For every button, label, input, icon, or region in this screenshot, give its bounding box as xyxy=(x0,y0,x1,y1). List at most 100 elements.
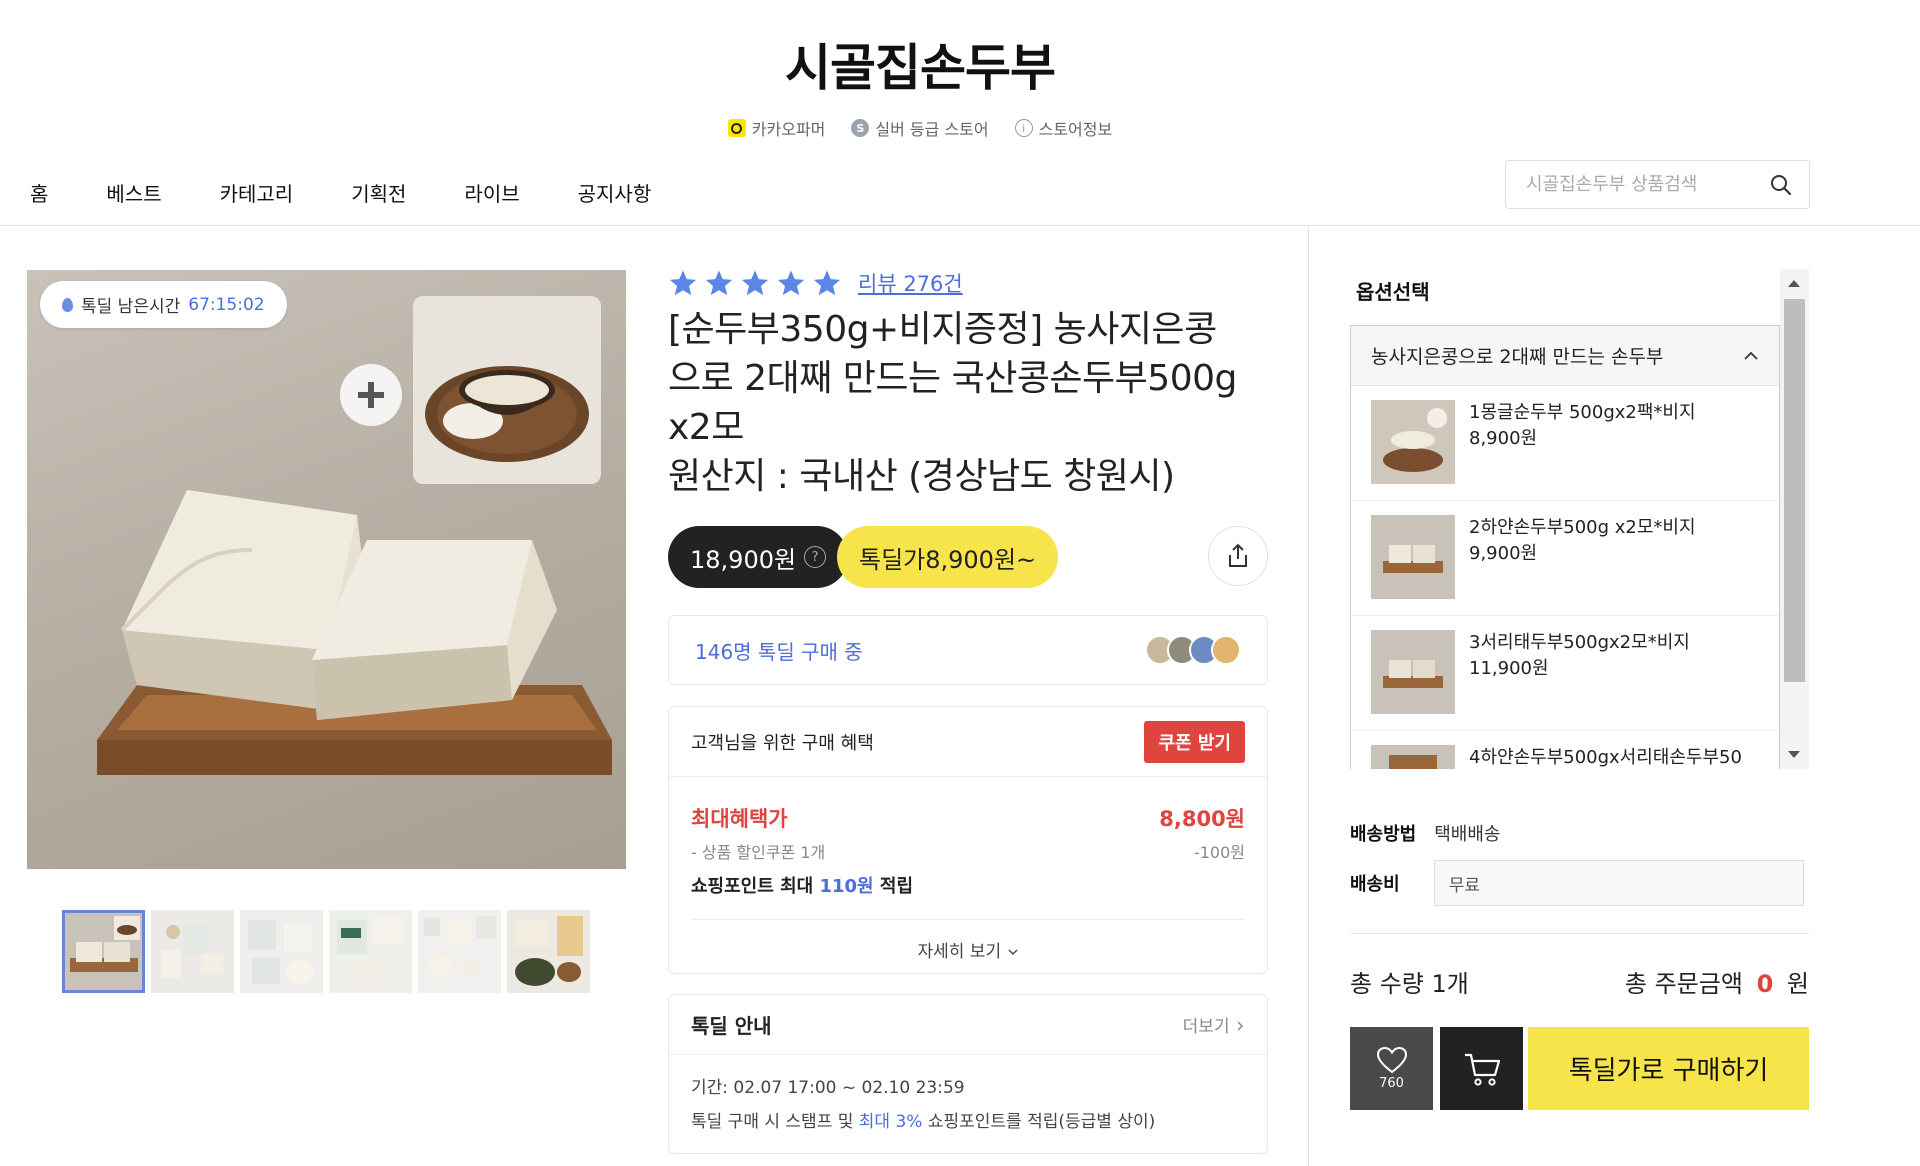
deal-info-more-link[interactable]: 더보기 xyxy=(1183,1012,1245,1037)
star-icon xyxy=(777,270,805,296)
nav-item-live[interactable]: 라이브 xyxy=(464,178,519,207)
shipping-method-label: 배송방법 xyxy=(1350,824,1417,845)
nav-item-promotion[interactable]: 기획전 xyxy=(351,178,406,207)
soft-tofu-bowl-illustration xyxy=(425,366,589,462)
kakao-farmer-icon xyxy=(727,119,746,137)
thumbnail-4[interactable] xyxy=(329,910,412,993)
store-name[interactable]: 시골집손두부 xyxy=(0,28,1840,100)
deal-price-pill[interactable]: 톡딜가8,900원~ xyxy=(837,526,1059,588)
option-item[interactable]: 3서리태두부500gx2모*비지 11,900원 xyxy=(1351,616,1779,731)
buy-with-deal-button[interactable]: 톡딜가로 구매하기 xyxy=(1528,1027,1809,1110)
point-suffix: 적립 xyxy=(879,876,914,897)
deal-buyers-bar[interactable]: 146명 톡딜 구매 중 xyxy=(668,615,1268,685)
scroll-up-icon[interactable] xyxy=(1788,280,1800,287)
deal-price: 톡딜가8,900원~ xyxy=(859,545,1037,574)
review-count-link[interactable]: 리뷰 276건 xyxy=(858,268,963,298)
info-icon: i xyxy=(1014,119,1033,137)
store-meta-info[interactable]: i 스토어정보 xyxy=(1014,116,1112,140)
star-icon xyxy=(669,270,697,296)
total-amount: 총 주문금액 0 원 xyxy=(1350,964,1809,999)
regular-price-pill[interactable]: 18,900원 ? xyxy=(668,526,849,588)
header-divider xyxy=(0,225,1920,226)
option-item-image xyxy=(1371,745,1455,769)
thumbnail-1[interactable] xyxy=(62,910,145,993)
chevron-up-icon xyxy=(1744,351,1758,360)
share-icon xyxy=(1229,543,1247,567)
nav-item-best[interactable]: 베스트 xyxy=(106,178,161,207)
deal-period: 기간: 02.07 17:00 ~ 02.10 23:59 xyxy=(691,1078,965,1098)
shipping-method-value: 택배배송 xyxy=(1434,824,1501,845)
store-meta-kakao[interactable]: 카카오파머 xyxy=(727,116,825,140)
store-meta: 카카오파머 S 실버 등급 스토어 i 스토어정보 xyxy=(0,116,1840,140)
benefit-header: 고객님을 위한 구매 혜택 쿠폰 받기 xyxy=(669,707,1267,777)
option-selected-label: 농사지은콩으로 2대째 만드는 손두부 xyxy=(1371,346,1664,368)
shipping-method-row: 배송방법 택배배송 xyxy=(1350,820,1501,846)
option-item-price: 9,900원 xyxy=(1469,543,1538,564)
cart-button[interactable] xyxy=(1440,1027,1523,1110)
shopping-point-row: 쇼핑포인트 최대 110원 적립 xyxy=(691,872,913,898)
search-input[interactable] xyxy=(1526,174,1769,195)
timer-value: 67:15:02 xyxy=(188,294,265,315)
more-label: 더보기 xyxy=(1182,1017,1230,1037)
point-prefix: 쇼핑포인트 최대 xyxy=(691,876,814,897)
share-button[interactable] xyxy=(1208,526,1268,586)
option-item[interactable]: 2하얀손두부500g x2모*비지 9,900원 xyxy=(1351,501,1779,616)
avatar xyxy=(1211,635,1241,665)
option-item[interactable]: 1몽글순두부 500gx2팩*비지 8,900원 xyxy=(1351,386,1779,501)
option-item-price: 11,900원 xyxy=(1469,658,1549,679)
thumbnail-2[interactable] xyxy=(151,910,234,993)
total-amount-label: 총 주문금액 xyxy=(1624,970,1743,998)
search-icon[interactable] xyxy=(1769,173,1793,197)
like-count: 760 xyxy=(1379,1076,1404,1091)
deal-info-box: 톡딜 안내 더보기 기간: 02.07 17:00 ~ 02.10 23:59 … xyxy=(668,994,1268,1154)
thumbnail-strip xyxy=(62,910,590,993)
star-icon xyxy=(741,270,769,296)
see-details-button[interactable]: 자세히 보기 xyxy=(669,937,1267,962)
divider xyxy=(691,919,1245,920)
timer-label: 톡딜 남은시간 xyxy=(81,297,181,317)
thumbnail-6[interactable] xyxy=(507,910,590,993)
option-item[interactable]: 4하얀손두부500gx서리태손두부50 xyxy=(1351,731,1779,769)
cart-icon xyxy=(1464,1053,1500,1086)
coupon-discount-value: -100원 xyxy=(1193,843,1245,862)
scroll-down-icon[interactable] xyxy=(1788,751,1800,758)
nav-item-category[interactable]: 카테고리 xyxy=(220,178,294,207)
sidebar-divider xyxy=(1308,226,1309,1166)
buyer-avatars xyxy=(1145,635,1241,665)
scroll-thumb[interactable] xyxy=(1784,299,1805,682)
like-button[interactable]: 760 xyxy=(1350,1027,1433,1110)
option-item-name: 1몽글순두부 500gx2팩*비지 xyxy=(1469,402,1696,423)
product-title-line: 으로 2대째 만드는 국산콩손두부500g xyxy=(668,358,1237,399)
deal-desc-prefix: 톡딜 구매 시 스탬프 및 xyxy=(691,1112,854,1132)
deal-info-header: 톡딜 안내 더보기 xyxy=(669,995,1267,1055)
benefit-title: 고객님을 위한 구매 혜택 xyxy=(691,732,874,754)
star-icon xyxy=(705,270,733,296)
product-title: [순두부350g+비지증정] 농사지은콩 으로 2대째 만드는 국산콩손두부50… xyxy=(668,305,1268,501)
option-scrollbar[interactable] xyxy=(1780,269,1809,769)
max-benefit-price: 8,800원 xyxy=(1159,807,1245,831)
purchase-benefit-box: 고객님을 위한 구매 혜택 쿠폰 받기 최대혜택가 8,800원 - 상품 할인… xyxy=(668,706,1268,974)
store-meta-grade[interactable]: S 실버 등급 스토어 xyxy=(851,116,989,140)
regular-price: 18,900원 xyxy=(690,545,797,574)
shipping-fee-label: 배송비 xyxy=(1350,874,1400,895)
deal-timer-badge: 톡딜 남은시간 67:15:02 xyxy=(40,281,287,328)
nav-item-notice[interactable]: 공지사항 xyxy=(578,178,652,207)
total-amount-value: 0 xyxy=(1756,970,1774,998)
shipping-fee-row: 배송비 무료 xyxy=(1350,860,1804,906)
product-title-line: x2모 xyxy=(668,407,744,448)
timer-icon xyxy=(62,297,73,312)
get-coupon-button[interactable]: 쿠폰 받기 xyxy=(1144,720,1245,763)
thumbnail-3[interactable] xyxy=(240,910,323,993)
option-select-header[interactable]: 농사지은콩으로 2대째 만드는 손두부 xyxy=(1351,326,1779,386)
option-item-image xyxy=(1371,515,1455,599)
shipping-fee-field: 무료 xyxy=(1433,860,1804,906)
option-dropdown: 농사지은콩으로 2대째 만드는 손두부 1몽글순두부 500gx2팩*비지 8,… xyxy=(1350,325,1780,769)
thumbnail-5[interactable] xyxy=(418,910,501,993)
nav-item-home[interactable]: 홈 xyxy=(30,178,48,207)
question-icon[interactable]: ? xyxy=(804,546,827,568)
coupon-discount-label: - 상품 할인쿠폰 1개 xyxy=(691,843,826,862)
deal-desc-highlight: 최대 3% xyxy=(858,1112,923,1132)
deal-desc-suffix: 쇼핑포인트를 적립(등급별 상이) xyxy=(927,1112,1156,1132)
option-select-title: 옵션선택 xyxy=(1356,280,1430,304)
total-amount-unit: 원 xyxy=(1786,970,1809,998)
